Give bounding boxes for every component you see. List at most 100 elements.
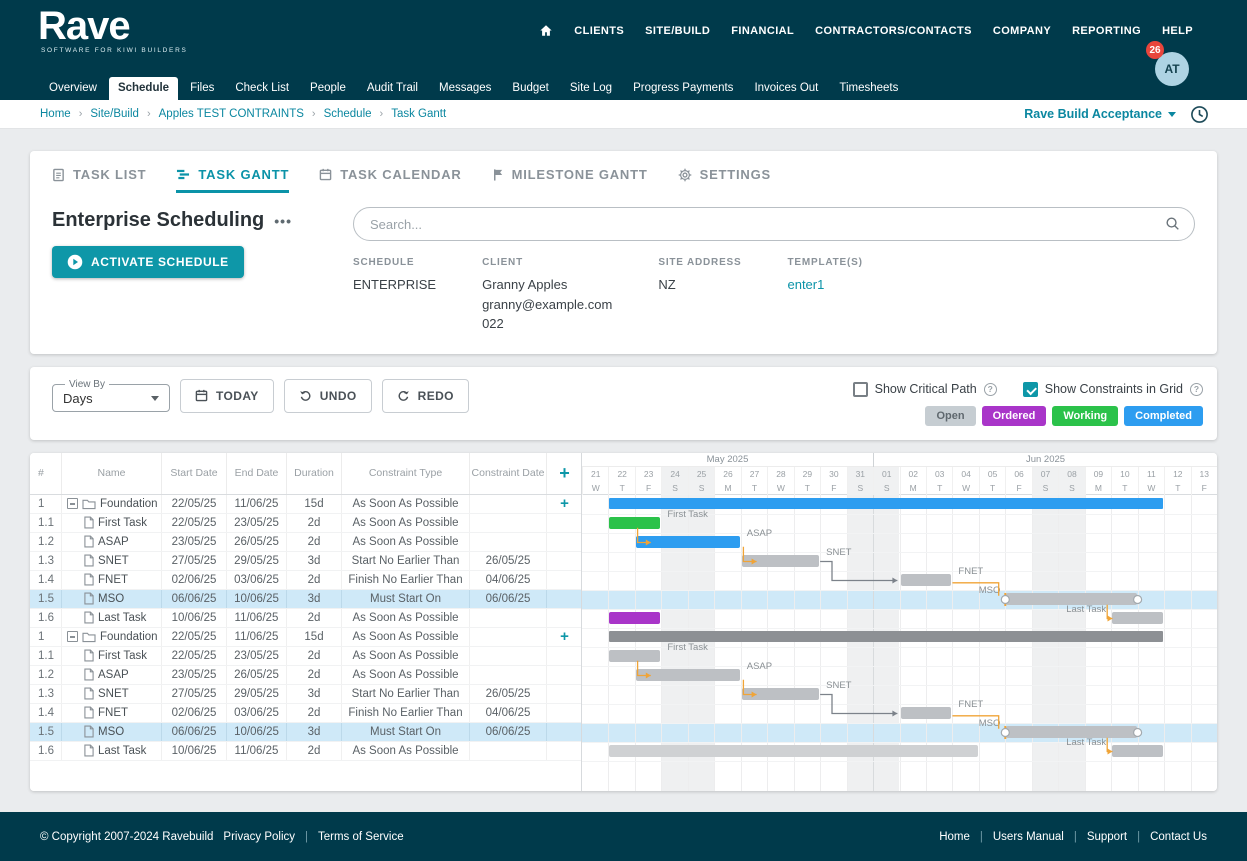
- nav-item-financial[interactable]: FINANCIAL: [731, 25, 794, 37]
- gantt-bar[interactable]: [1112, 611, 1164, 624]
- nav-item-site-build[interactable]: SITE/BUILD: [645, 25, 710, 37]
- breadcrumb-item-schedule[interactable]: Schedule: [324, 108, 372, 120]
- tl-body[interactable]: First Task ASAP SNET FNET MSO Last Task First …: [582, 494, 1217, 791]
- tab-settings[interactable]: SETTINGS: [678, 167, 771, 193]
- tab-task-gantt[interactable]: TASK GANTT: [176, 167, 290, 193]
- view-by-select[interactable]: View By Days: [52, 379, 170, 412]
- user-menu[interactable]: 26 AT: [1146, 41, 1189, 86]
- add-task-button[interactable]: [560, 628, 569, 645]
- rave-logo[interactable]: Rave SOFTWARE FOR KIWI BUILDERS: [38, 6, 188, 54]
- nav-item-company[interactable]: COMPANY: [993, 25, 1051, 37]
- column-header-name[interactable]: Name: [62, 452, 162, 494]
- subnav-item-overview[interactable]: Overview: [40, 77, 106, 100]
- template-link[interactable]: enter1: [787, 275, 862, 295]
- breadcrumb-item-home[interactable]: Home: [40, 108, 71, 120]
- grid-row-1-2-asap[interactable]: 1.2 ASAP 23/05/25 26/05/25 2d As Soon As Poss…: [30, 665, 581, 685]
- add-task-button[interactable]: [560, 495, 569, 512]
- grid-row-1-6-last-task[interactable]: 1.6 Last Task 10/06/25 11/06/25 2d As Soon As…: [30, 741, 581, 761]
- footer-link-support[interactable]: Support: [1087, 831, 1127, 843]
- subnav-item-site-log[interactable]: Site Log: [561, 77, 621, 100]
- legend-completed-chip[interactable]: Completed: [1124, 405, 1203, 426]
- subnav-item-messages[interactable]: Messages: [430, 77, 500, 100]
- grid-row-1-4-fnet[interactable]: 1.4 FNET 02/06/25 03/06/25 2d Finish No Earli…: [30, 570, 581, 590]
- gantt-bar[interactable]: [635, 668, 740, 681]
- breadcrumb-item-site-build[interactable]: Site/Build: [90, 108, 139, 120]
- grid-row-1-5-mso[interactable]: 1.5 MSO 06/06/25 10/06/25 3d Must Start On 06/…: [30, 589, 581, 609]
- gantt-bar[interactable]: [609, 630, 1164, 642]
- legend-working-chip[interactable]: Working: [1052, 405, 1119, 426]
- collapse-icon[interactable]: [67, 498, 78, 509]
- subnav-item-audit-trail[interactable]: Audit Trail: [358, 77, 427, 100]
- grid-row-1-5-mso[interactable]: 1.5 MSO 06/06/25 10/06/25 3d Must Start On 06/…: [30, 722, 581, 742]
- subnav-item-invoices-out[interactable]: Invoices Out: [745, 77, 827, 100]
- notification-badge[interactable]: 26: [1146, 41, 1164, 59]
- environment-selector[interactable]: Rave Build Acceptance: [1024, 107, 1176, 121]
- column-header-duration[interactable]: Duration: [287, 452, 342, 494]
- subnav-item-people[interactable]: People: [301, 77, 355, 100]
- undo-button[interactable]: UNDO: [283, 378, 372, 413]
- nav-item-help[interactable]: HELP: [1162, 25, 1193, 37]
- redo-button[interactable]: REDO: [381, 378, 469, 413]
- gantt-bar[interactable]: [900, 706, 952, 719]
- gantt-bar[interactable]: [1112, 744, 1164, 757]
- grid-row-1-foundation[interactable]: 1 Foundation 22/05/25 11/06/25 15d As Soon As…: [30, 494, 581, 514]
- grid-row-1-1-first-task[interactable]: 1.1 First Task 22/05/25 23/05/25 2d As Soon A…: [30, 646, 581, 666]
- grid-row-1-1-first-task[interactable]: 1.1 First Task 22/05/25 23/05/25 2d As Soon A…: [30, 513, 581, 533]
- show-critical-path-checkbox[interactable]: Show Critical Path: [852, 381, 997, 397]
- show-constraints-in-grid-checkbox[interactable]: Show Constraints in Grid: [1022, 381, 1203, 397]
- gantt-bar[interactable]: [635, 535, 740, 548]
- gantt-bar[interactable]: [741, 554, 820, 567]
- column-header-end-date[interactable]: End Date: [227, 452, 287, 494]
- gantt-bar[interactable]: [609, 649, 661, 662]
- gantt-bar[interactable]: [609, 516, 661, 529]
- today-button[interactable]: TODAY: [180, 378, 274, 413]
- legend-ordered-chip[interactable]: Ordered: [981, 405, 1047, 426]
- subnav-item-progress-payments[interactable]: Progress Payments: [624, 77, 742, 100]
- nav-item-clients[interactable]: CLIENTS: [574, 25, 624, 37]
- footer-link-contact-us[interactable]: Contact Us: [1150, 831, 1207, 843]
- activate-schedule-button[interactable]: ACTIVATE SCHEDULE: [52, 246, 244, 278]
- gantt-bar[interactable]: [741, 687, 820, 700]
- gantt-bar[interactable]: [609, 744, 978, 757]
- gantt-bar[interactable]: [609, 497, 1164, 509]
- grid-row-1-4-fnet[interactable]: 1.4 FNET 02/06/25 03/06/25 2d Finish No Earli…: [30, 703, 581, 723]
- breadcrumb-item-task-gantt[interactable]: Task Gantt: [391, 108, 446, 120]
- grid-row-1-3-snet[interactable]: 1.3 SNET 27/05/25 29/05/25 3d Start No Earlie…: [30, 551, 581, 571]
- nav-item-home[interactable]: [539, 24, 553, 37]
- constraint-date-cell: [470, 608, 547, 627]
- search-input[interactable]: [353, 207, 1195, 241]
- column-header-constraint-date[interactable]: Constraint Date: [470, 452, 547, 494]
- grid-row-1-6-last-task[interactable]: 1.6 Last Task 10/06/25 11/06/25 2d As Soon As…: [30, 608, 581, 628]
- column-header-num[interactable]: #: [30, 452, 62, 494]
- tab-task-list[interactable]: TASK LIST: [52, 167, 146, 193]
- subnav-item-check-list[interactable]: Check List: [226, 77, 298, 100]
- column-header-start-date[interactable]: Start Date: [162, 452, 227, 494]
- footer-link-terms-of-service[interactable]: Terms of Service: [318, 831, 404, 843]
- nav-item-reporting[interactable]: REPORTING: [1072, 25, 1141, 37]
- more-options-icon[interactable]: [274, 213, 292, 229]
- gantt-bar[interactable]: [609, 611, 661, 624]
- footer-link-users-manual[interactable]: Users Manual: [993, 831, 1064, 843]
- tab-task-calendar[interactable]: TASK CALENDAR: [319, 167, 461, 193]
- subnav-item-budget[interactable]: Budget: [503, 77, 557, 100]
- footer-link-privacy-policy[interactable]: Privacy Policy: [223, 831, 295, 843]
- collapse-icon[interactable]: [67, 631, 78, 642]
- breadcrumb-item-apples-test-contraints[interactable]: Apples TEST CONTRAINTS: [159, 108, 304, 120]
- search-icon[interactable]: [1165, 216, 1180, 231]
- grid-line: [1005, 494, 1007, 791]
- column-header-constraint-type[interactable]: Constraint Type: [342, 452, 470, 494]
- tab-milestone-gantt[interactable]: MILESTONE GANTT: [492, 167, 648, 193]
- grid-row-1-2-asap[interactable]: 1.2 ASAP 23/05/25 26/05/25 2d As Soon As Poss…: [30, 532, 581, 552]
- add-column-button[interactable]: [547, 453, 582, 494]
- nav-item-contractors-contacts[interactable]: CONTRACTORS/CONTACTS: [815, 25, 972, 37]
- footer-link-home[interactable]: Home: [939, 831, 970, 843]
- grid-row-1-foundation[interactable]: 1 Foundation 22/05/25 11/06/25 15d As Soon As…: [30, 627, 581, 647]
- subnav-item-timesheets[interactable]: Timesheets: [830, 77, 907, 100]
- subnav-item-schedule[interactable]: Schedule: [108, 77, 179, 100]
- gantt-bar[interactable]: [900, 573, 952, 586]
- day-number: 26: [714, 466, 740, 481]
- clock-icon[interactable]: [1190, 105, 1209, 124]
- grid-row-1-3-snet[interactable]: 1.3 SNET 27/05/25 29/05/25 3d Start No Earlie…: [30, 684, 581, 704]
- legend-open-chip[interactable]: Open: [925, 405, 976, 426]
- subnav-item-files[interactable]: Files: [181, 77, 223, 100]
